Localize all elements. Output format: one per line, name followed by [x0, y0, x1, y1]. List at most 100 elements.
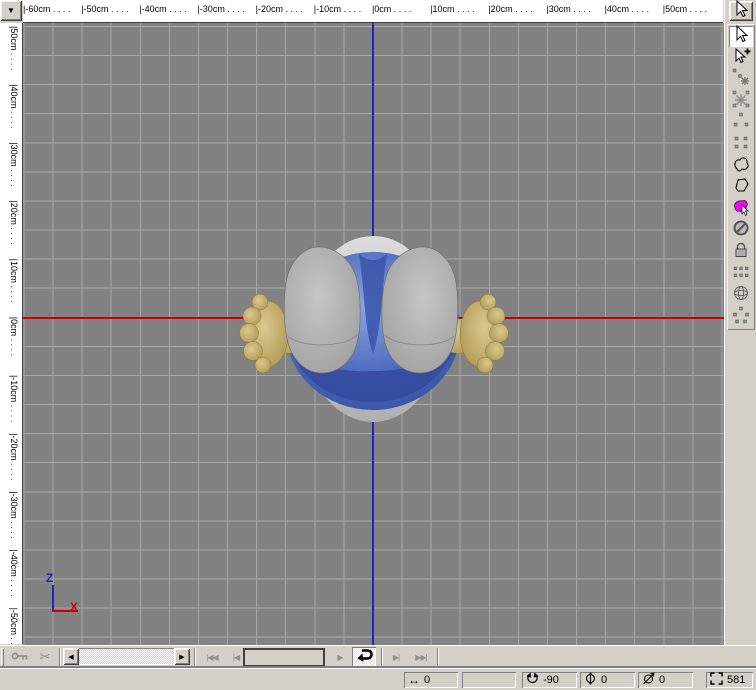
status-rotate-z: 0 — [638, 672, 693, 688]
loop-toggle-button[interactable] — [352, 647, 376, 667]
h-ruler-tick-10cm: |10cm . . . . — [430, 4, 475, 14]
hide-tool-button[interactable] — [729, 220, 753, 241]
x-axis-arrow — [52, 610, 78, 612]
status-blank — [462, 672, 516, 688]
view-dropdown-button[interactable]: ▼ — [0, 0, 22, 21]
axis-indicator: Z X — [23, 23, 123, 645]
select-connected-tool-button[interactable] — [729, 90, 753, 112]
key-button[interactable] — [8, 647, 32, 667]
zoom-value: 581 — [727, 674, 746, 686]
dropdown-arrow-icon: ▼ — [7, 6, 15, 15]
last-frame-button[interactable]: ▶▶| — [408, 647, 434, 667]
h-ruler-tick-30cm: |30cm . . . . — [546, 4, 591, 14]
polygon-lasso-tool-button[interactable] — [729, 177, 753, 198]
h-ruler-tick-40cm: |40cm . . . . — [604, 4, 649, 14]
z-axis-label: Z — [46, 571, 54, 585]
v-ruler-tick--10cm: |-10cm . . . . — [9, 374, 19, 423]
status-bar: ↔ 0 -90 0 0 581 — [0, 668, 756, 690]
h-ruler-tick--50cm: |-50cm . . . . — [81, 4, 129, 14]
h-ruler-tick--30cm: |-30cm . . . . — [197, 4, 245, 14]
v-ruler-tick-10cm: |10cm . . . . — [9, 258, 19, 303]
status-rotate-y: -90 — [522, 672, 577, 688]
right-toolbar — [724, 0, 756, 645]
horizontal-ruler: |-60cm . . . . |-50cm . . . . |-40cm . .… — [23, 0, 723, 23]
rotate-z-icon — [642, 672, 655, 688]
h-ruler-tick-50cm: |50cm . . . . — [662, 4, 708, 14]
h-ruler-tick-0cm: |0cm . . . . — [371, 4, 412, 14]
h-ruler-tick-20cm: |20cm . . . . — [488, 4, 533, 14]
vertical-ruler-strip: |50cm . . . . |40cm . . . . |30cm . . . … — [0, 23, 22, 644]
vertical-ruler: |50cm . . . . |40cm . . . . |30cm . . . … — [0, 23, 23, 644]
h-ruler-tick--60cm: |-60cm . . . . — [23, 4, 71, 14]
toolbar-gripper[interactable] — [1, 648, 4, 666]
lasso-tool-button[interactable] — [729, 156, 753, 177]
rotate-y-icon — [526, 672, 539, 688]
scroll-right-icon: ▶ — [179, 653, 185, 661]
status-pan-x: ↔ 0 — [404, 672, 458, 688]
timeline-toolbar: ✂ ◀ ▶ |◀◀ |◀ ▶ ▶| ▶▶| — [0, 645, 756, 669]
frame-number-field[interactable] — [243, 648, 325, 667]
edge-mode-tool-button[interactable] — [729, 134, 753, 155]
rotate-x-icon — [584, 672, 597, 688]
play-button[interactable]: ▶ — [330, 647, 350, 667]
z-axis-arrow — [52, 585, 54, 611]
h-ruler-tick--20cm: |-20cm . . . . — [255, 4, 303, 14]
v-ruler-tick--50cm: |-50cm . . . . — [9, 607, 19, 644]
v-ruler-tick--30cm: |-30cm . . . . — [9, 491, 19, 539]
x-axis-label: X — [70, 600, 79, 614]
zoom-icon — [710, 672, 723, 688]
v-ruler-tick--20cm: |-20cm . . . . — [9, 433, 19, 481]
first-frame-icon: |◀◀ — [206, 652, 218, 662]
scissors-icon: ✂ — [39, 649, 51, 664]
rotate-y-value: -90 — [543, 674, 559, 686]
first-frame-button[interactable]: |◀◀ — [199, 647, 225, 667]
v-ruler-tick-0cm: |0cm . . . . — [9, 316, 19, 357]
separator — [59, 648, 61, 666]
status-rotate-x: 0 — [580, 672, 635, 688]
select-add-tool-button[interactable] — [729, 47, 753, 69]
cut-button[interactable]: ✂ — [33, 647, 57, 667]
loop-icon — [355, 647, 374, 667]
v-ruler-tick-50cm: |50cm . . . . — [9, 26, 19, 71]
separator — [437, 648, 439, 666]
character-model-top-view — [239, 236, 509, 422]
status-zoom: 581 — [706, 672, 753, 688]
edge-rows-tool-button[interactable] — [729, 264, 753, 285]
left-foot — [283, 246, 361, 374]
dots-penta-icon — [731, 305, 751, 330]
wire-sphere-tool-button[interactable] — [729, 285, 753, 306]
pointer-tool-button[interactable] — [729, 0, 753, 24]
pan-x-value: 0 — [424, 674, 431, 686]
anim8or-window: ▼ |-60cm . . . . |-50cm . . . . |-40cm .… — [0, 0, 756, 690]
point-mode-tool-button[interactable] — [729, 112, 753, 133]
scroll-right-button[interactable]: ▶ — [174, 648, 190, 665]
h-ruler-tick--40cm: |-40cm . . . . — [139, 4, 187, 14]
pan-x-icon: ↔ — [408, 672, 420, 687]
v-ruler-tick--40cm: |-40cm . . . . — [9, 549, 19, 597]
scroll-left-icon: ◀ — [68, 653, 74, 661]
next-frame-button[interactable]: ▶| — [386, 647, 406, 667]
paint-select-tool-button[interactable] — [729, 199, 753, 220]
separator — [381, 648, 383, 666]
rotate-x-value: 0 — [601, 674, 608, 686]
vertices-tool-button[interactable] — [729, 305, 753, 330]
lock-tool-button[interactable] — [729, 242, 753, 263]
h-ruler-tick--10cm: |-10cm . . . . — [313, 4, 362, 14]
next-frame-icon: ▶| — [392, 652, 400, 662]
right-foot — [381, 246, 459, 374]
timeline-scrollbar[interactable]: ◀ ▶ — [63, 648, 190, 665]
separator — [194, 648, 196, 666]
drag-select-tool-button[interactable] — [729, 68, 753, 90]
v-ruler-tick-20cm: |20cm . . . . — [9, 200, 19, 245]
cursor-icon — [731, 0, 751, 24]
last-frame-icon: ▶▶| — [415, 652, 427, 662]
viewport-canvas[interactable]: Z X — [23, 23, 724, 645]
rotate-z-value: 0 — [659, 674, 666, 686]
scroll-left-button[interactable]: ◀ — [63, 648, 79, 665]
play-icon: ▶ — [337, 652, 343, 662]
key-icon — [11, 650, 29, 664]
select-tool-button[interactable] — [729, 24, 753, 47]
v-ruler-tick-30cm: |30cm . . . . — [9, 142, 19, 187]
v-ruler-tick-40cm: |40cm . . . . — [9, 84, 19, 129]
prev-frame-icon: |◀ — [232, 652, 240, 662]
